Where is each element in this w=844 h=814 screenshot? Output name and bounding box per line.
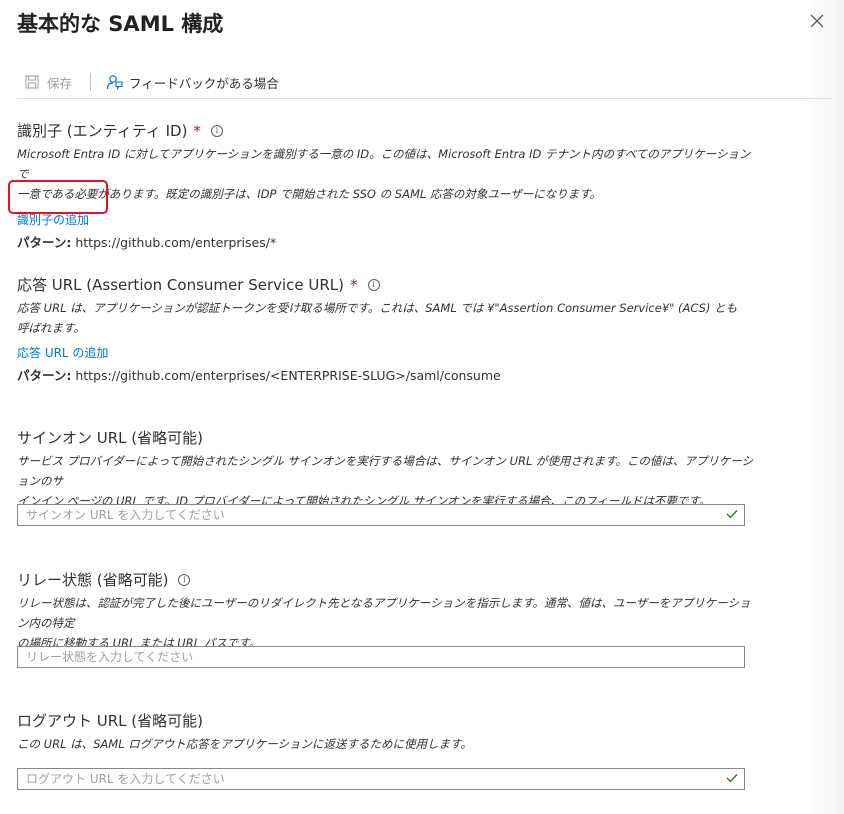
relay-state-input[interactable]: リレー状態を入力してください: [17, 646, 745, 668]
save-label: 保存: [47, 75, 73, 91]
page-title: 基本的な SAML 構成: [17, 12, 224, 36]
identifier-desc-line1: Microsoft Entra ID に対してアプリケーションを識別する一意の …: [17, 147, 751, 181]
pattern-value: https://github.com/enterprises/<ENTERPRI…: [75, 368, 501, 383]
relay-state-section: リレー状態 (省略可能) i リレー状態は、認証が完了した後にユーザーのリダイレ…: [17, 569, 757, 653]
sign-on-url-heading: サインオン URL (省略可能): [17, 427, 757, 448]
feedback-label: フィードバックがある場合: [129, 75, 279, 91]
save-icon: [25, 75, 39, 89]
relay-state-description: リレー状態は、認証が完了した後にユーザーのリダイレクト先となるアプリケーションを…: [17, 593, 757, 653]
identifier-pattern: パターン: https://github.com/enterprises/*: [17, 232, 757, 251]
reply-url-pattern: パターン: https://github.com/enterprises/<EN…: [17, 365, 757, 384]
highlight-box: [8, 180, 108, 214]
reply-url-description: 応答 URL は、アプリケーションが認証トークンを受け取る場所です。これは、SA…: [17, 298, 757, 338]
sign-on-url-placeholder: サインオン URL を入力してください: [26, 508, 225, 522]
panel-edge-shadow: [804, 0, 844, 814]
logout-url-placeholder: ログアウト URL を入力してください: [26, 772, 225, 786]
reply-url-section: 応答 URL (Assertion Consumer Service URL) …: [17, 274, 757, 384]
logout-url-input[interactable]: ログアウト URL を入力してください: [17, 768, 745, 790]
required-marker: *: [193, 121, 201, 140]
relay-state-heading-text: リレー状態 (省略可能): [17, 571, 169, 589]
sign-on-url-input[interactable]: サインオン URL を入力してください: [17, 504, 745, 526]
sign-on-url-heading-text: サインオン URL (省略可能): [17, 429, 203, 447]
toolbar-divider: [90, 73, 92, 91]
identifier-desc-line2: 一意である必要があります。既定の識別子は、IDP で開始された SSO の SA…: [17, 187, 602, 201]
pattern-label: パターン:: [17, 235, 72, 250]
check-icon: [726, 774, 738, 783]
logout-url-description: この URL は、SAML ログアウト応答をアプリケーションに返送するために使用…: [17, 734, 757, 754]
required-marker: *: [350, 275, 358, 294]
pattern-label: パターン:: [17, 368, 72, 383]
feedback-person-icon: [106, 75, 123, 91]
identifier-section: 識別子 (エンティティ ID) * i Microsoft Entra ID に…: [17, 120, 757, 251]
sign-on-url-description: サービス プロバイダーによって開始されたシングル サインオンを実行する場合は、サ…: [17, 451, 757, 511]
reply-url-heading-text: 応答 URL (Assertion Consumer Service URL): [17, 276, 345, 294]
check-icon: [726, 510, 738, 519]
feedback-button[interactable]: フィードバックがある場合: [105, 73, 279, 92]
save-button[interactable]: 保存: [25, 73, 72, 92]
info-icon[interactable]: i: [210, 124, 223, 137]
relay-state-desc-line1: リレー状態は、認証が完了した後にユーザーのリダイレクト先となるアプリケーションを…: [17, 596, 751, 630]
command-bar: 保存 フィードバックがある場合: [17, 66, 832, 99]
add-reply-url-link[interactable]: 応答 URL の追加: [17, 344, 108, 361]
identifier-heading-text: 識別子 (エンティティ ID): [17, 122, 188, 140]
close-button[interactable]: [806, 10, 828, 32]
logout-url-section: ログアウト URL (省略可能) この URL は、SAML ログアウト応答をア…: [17, 710, 757, 754]
reply-url-heading: 応答 URL (Assertion Consumer Service URL) …: [17, 274, 757, 295]
sign-on-url-section: サインオン URL (省略可能) サービス プロバイダーによって開始されたシング…: [17, 427, 757, 511]
info-icon[interactable]: i: [367, 278, 380, 291]
relay-state-heading: リレー状態 (省略可能) i: [17, 569, 757, 590]
pattern-value: https://github.com/enterprises/*: [75, 235, 277, 250]
reply-url-desc-line1: 応答 URL は、アプリケーションが認証トークンを受け取る場所です。これは、SA…: [17, 301, 738, 315]
identifier-description: Microsoft Entra ID に対してアプリケーションを識別する一意の …: [17, 144, 757, 204]
relay-state-placeholder: リレー状態を入力してください: [26, 650, 194, 664]
reply-url-desc-line2: 呼ばれます。: [17, 321, 85, 335]
logout-url-heading-text: ログアウト URL (省略可能): [17, 712, 203, 730]
close-icon: [810, 14, 824, 28]
sign-on-desc-line1: サービス プロバイダーによって開始されたシングル サインオンを実行する場合は、サ…: [17, 454, 754, 488]
identifier-heading: 識別子 (エンティティ ID) * i: [17, 120, 757, 141]
logout-url-heading: ログアウト URL (省略可能): [17, 710, 757, 731]
logout-desc-line1: この URL は、SAML ログアウト応答をアプリケーションに返送するために使用…: [17, 737, 472, 751]
info-icon[interactable]: i: [178, 573, 191, 586]
